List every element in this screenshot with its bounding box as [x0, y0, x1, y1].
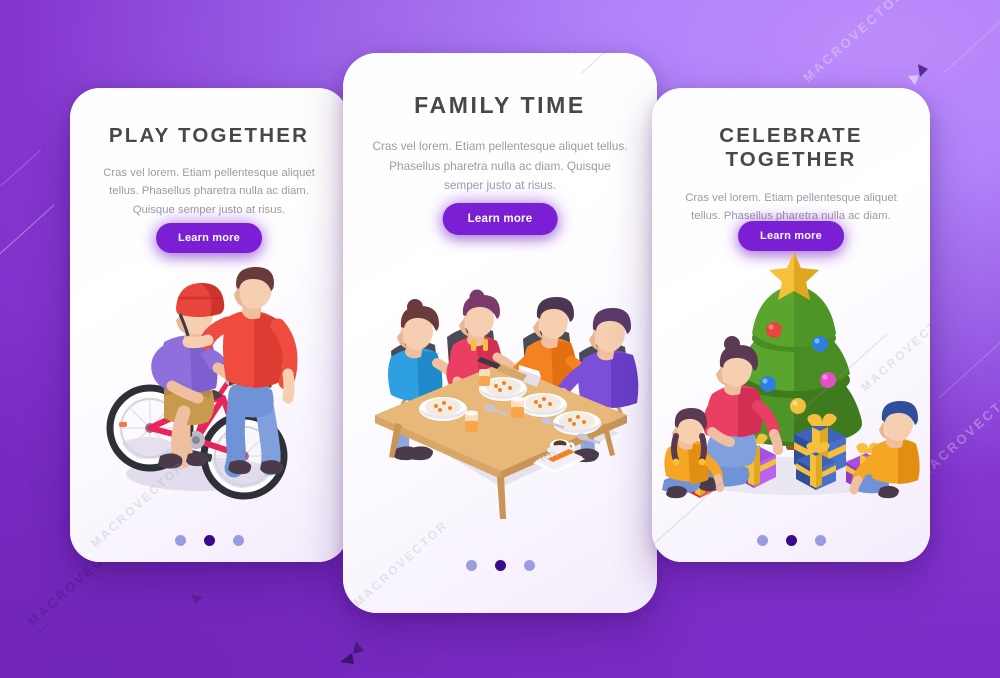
watermark: MACROVECTOR — [567, 53, 657, 57]
pagination-dot-active[interactable] — [785, 535, 797, 546]
learn-more-button[interactable]: Learn more — [738, 221, 844, 251]
page-title: PLAY TOGETHER — [108, 124, 310, 147]
pagination-dot-active[interactable] — [494, 560, 506, 571]
decorative-hairline — [0, 204, 55, 263]
confetti-triangle — [338, 640, 372, 671]
page-background: MACROVECTOR MACROVECTOR MACROVECTOR MACR… — [0, 0, 1000, 678]
pagination-dot[interactable] — [523, 560, 535, 571]
pagination-dot[interactable] — [756, 535, 768, 546]
pagination-dot-active[interactable] — [203, 535, 215, 546]
decorative-hairline — [938, 339, 1000, 399]
decorative-hairline — [652, 333, 888, 555]
learn-more-button[interactable]: Learn more — [156, 223, 262, 253]
card-celebrate-together[interactable]: MACROVECTOR CELEBRATE TOGETHER Cras vel … — [652, 88, 930, 562]
decorative-hairline — [581, 53, 657, 74]
decorative-hairline — [944, 10, 1000, 73]
illustration-family-dining-at-table — [351, 281, 651, 521]
illustration-father-and-child-on-bicycle — [92, 266, 332, 510]
decorative-hairline — [0, 622, 50, 673]
learn-more-button[interactable]: Learn more — [442, 203, 558, 235]
decorative-hairline — [0, 149, 41, 187]
pagination-dot[interactable] — [232, 535, 244, 546]
card-family-time[interactable]: MACROVECTOR MACROVECTOR FAMILY TIME Cras… — [343, 53, 657, 613]
pagination-dot[interactable] — [465, 560, 477, 571]
card-play-together[interactable]: MACROVECTOR PLAY TOGETHER Cras vel lorem… — [70, 88, 348, 562]
card-description: Cras vel lorem. Etiam pellentesque aliqu… — [372, 139, 628, 193]
card-description: Cras vel lorem. Etiam pellentesque aliqu… — [103, 167, 315, 216]
svg-text:M: M — [906, 455, 915, 467]
confetti-triangle — [190, 592, 206, 611]
pagination-dot[interactable] — [174, 535, 186, 546]
watermark: MACROVECTOR — [800, 0, 908, 86]
page-title: CELEBRATE TOGETHER — [719, 124, 863, 172]
page-title: FAMILY TIME — [414, 92, 586, 118]
pagination-dots[interactable] — [652, 535, 930, 546]
pagination-dot[interactable] — [814, 535, 826, 546]
